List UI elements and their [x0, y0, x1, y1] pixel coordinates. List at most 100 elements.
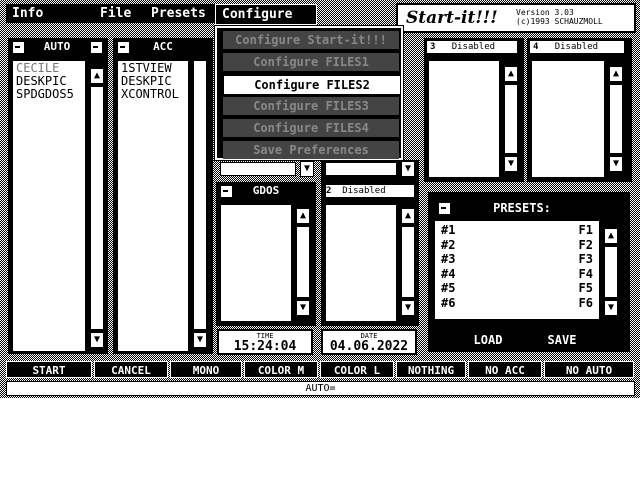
menu-item-configure-files4[interactable]: Configure FILES4 — [223, 119, 399, 137]
up-arrow-icon[interactable]: ▲ — [90, 68, 104, 84]
scroll-track[interactable] — [90, 86, 104, 330]
files2-status: 2 Disabled — [325, 184, 415, 198]
menu-item-configure-files3[interactable]: Configure FILES3 — [223, 97, 399, 115]
preset-name: #3 — [441, 252, 456, 266]
list-item[interactable]: #6 F6 — [441, 296, 593, 311]
auto-panel-title: AUTO — [30, 40, 84, 54]
time-display: TIME 15:24:04 — [217, 329, 313, 355]
menu-item-configure-files1[interactable]: Configure FILES1 — [223, 53, 399, 71]
files1-status-field — [220, 162, 296, 176]
date-display: DATE 04.06.2022 — [321, 329, 417, 355]
auto-panel: AUTO CECILE DESKPIC SPDGDOS5 ▲ ▼ — [8, 38, 108, 354]
status-bar: AUTO= — [6, 381, 635, 396]
start-button[interactable]: START — [6, 361, 92, 378]
preset-key: F6 — [578, 295, 593, 310]
menu-item-save-preferences[interactable]: Save Preferences — [223, 141, 399, 159]
acc-panel: ACC 1STVIEW DESKPIC XCONTROL ▼ — [113, 38, 213, 354]
no-acc-button[interactable]: NO ACC — [468, 361, 542, 378]
down-arrow-icon[interactable]: ▼ — [300, 161, 314, 177]
down-arrow-icon[interactable]: ▼ — [401, 300, 415, 316]
configure-dropdown: Configure Start-it!!! Configure FILES1 C… — [214, 25, 404, 161]
down-arrow-icon[interactable]: ▼ — [504, 156, 518, 172]
close-box-icon[interactable] — [12, 41, 25, 54]
preset-key: F4 — [578, 266, 593, 281]
files3-status: 3 Disabled — [426, 40, 518, 54]
up-arrow-icon[interactable]: ▲ — [296, 208, 310, 224]
up-arrow-icon[interactable]: ▲ — [604, 228, 618, 244]
time-value: 15:24:04 — [233, 339, 297, 354]
list-item[interactable]: XCONTROL — [121, 88, 185, 101]
scroll-track[interactable] — [296, 226, 310, 298]
scroll-track[interactable] — [401, 226, 415, 298]
files4-list[interactable] — [531, 60, 605, 178]
down-arrow-icon[interactable]: ▼ — [296, 300, 310, 316]
list-item[interactable]: #1 F1 — [441, 223, 593, 238]
close-box-icon[interactable] — [117, 41, 130, 54]
scroll-track[interactable] — [193, 60, 207, 330]
files4-panel: 4 Disabled ▲ ▼ — [527, 38, 632, 182]
close-box-icon[interactable] — [220, 185, 233, 198]
acc-list[interactable]: 1STVIEW DESKPIC XCONTROL — [117, 60, 189, 352]
logo-title: Start-it!!! — [406, 8, 498, 28]
app-logo: Start-it!!! Version 3.03 (c)1993 SCHAUZM… — [396, 3, 636, 33]
scroll-track[interactable] — [504, 84, 518, 154]
up-arrow-icon[interactable]: ▲ — [401, 208, 415, 224]
status-text: AUTO= — [305, 383, 336, 394]
list-item[interactable]: #4 F4 — [441, 267, 593, 282]
down-arrow-icon[interactable]: ▼ — [401, 161, 415, 177]
up-arrow-icon[interactable]: ▲ — [504, 66, 518, 82]
scroll-track[interactable] — [604, 246, 618, 298]
up-arrow-icon[interactable]: ▲ — [609, 66, 623, 82]
files2-list[interactable] — [325, 204, 397, 322]
presets-title: PRESETS: — [458, 201, 586, 215]
files2-status-text: Disabled — [342, 186, 386, 196]
logo-version: Version 3.03 — [516, 8, 574, 17]
down-arrow-icon[interactable]: ▼ — [609, 156, 623, 172]
auto-list[interactable]: CECILE DESKPIC SPDGDOS5 — [12, 60, 86, 352]
menu-item-configure-files2[interactable]: Configure FILES2 — [223, 75, 401, 95]
menu-configure[interactable]: Configure — [215, 4, 317, 25]
down-arrow-icon[interactable]: ▼ — [90, 332, 104, 348]
menu-item-configure-start-it[interactable]: Configure Start-it!!! — [223, 31, 399, 49]
save-button[interactable]: SAVE — [532, 332, 592, 348]
no-auto-button[interactable]: NO AUTO — [544, 361, 634, 378]
down-arrow-icon[interactable]: ▼ — [604, 300, 618, 316]
menu-info-label: Info — [12, 6, 44, 21]
presets-panel: PRESETS: #1 F1 #2 F2 #3 F3 #4 F4 #5 F5 #6 F6 ▲… — [428, 192, 630, 352]
presets-list[interactable]: #1 F1 #2 F2 #3 F3 #4 F4 #5 F5 #6 F6 — [434, 220, 600, 320]
list-item[interactable]: SPDGDOS5 — [16, 88, 82, 101]
mono-button[interactable]: MONO — [170, 361, 242, 378]
menu-info[interactable]: Info — [6, 4, 102, 23]
fuller-box-icon[interactable] — [90, 41, 103, 54]
acc-panel-title: ACC — [135, 40, 191, 54]
gdos-panel-title: GDOS — [238, 184, 294, 198]
list-item[interactable]: #3 F3 — [441, 252, 593, 267]
desktop-blank-area — [0, 398, 640, 480]
menu-presets[interactable]: Presets — [145, 4, 223, 23]
files4-number: 4 — [533, 42, 539, 52]
preset-key: F5 — [578, 281, 593, 295]
preset-name: #2 — [441, 237, 456, 252]
color-m-button[interactable]: COLOR M — [244, 361, 318, 378]
load-button[interactable]: LOAD — [458, 332, 518, 348]
gdos-list[interactable] — [220, 204, 292, 322]
cancel-button[interactable]: CANCEL — [94, 361, 168, 378]
gdos-panel: GDOS ▲ ▼ — [216, 182, 316, 326]
preset-name: #1 — [441, 223, 456, 237]
date-value: 04.06.2022 — [329, 339, 409, 354]
close-box-icon[interactable] — [438, 202, 451, 215]
nothing-button[interactable]: NOTHING — [396, 361, 466, 378]
files3-list[interactable] — [428, 60, 500, 178]
menu-presets-label: Presets — [151, 6, 206, 21]
files2-number: 2 — [326, 186, 332, 196]
files3-status-text: Disabled — [451, 42, 496, 52]
files4-status-text: Disabled — [554, 42, 599, 52]
list-item[interactable]: #5 F5 — [441, 281, 593, 296]
menu-file-label: File — [100, 6, 132, 21]
color-l-button[interactable]: COLOR L — [320, 361, 394, 378]
files1-header: ▼ — [218, 160, 318, 180]
down-arrow-icon[interactable]: ▼ — [193, 332, 207, 348]
scroll-track[interactable] — [609, 84, 623, 154]
logo-copyright: (c)1993 SCHAUZMOLL — [516, 17, 603, 26]
list-item[interactable]: #2 F2 — [441, 238, 593, 253]
